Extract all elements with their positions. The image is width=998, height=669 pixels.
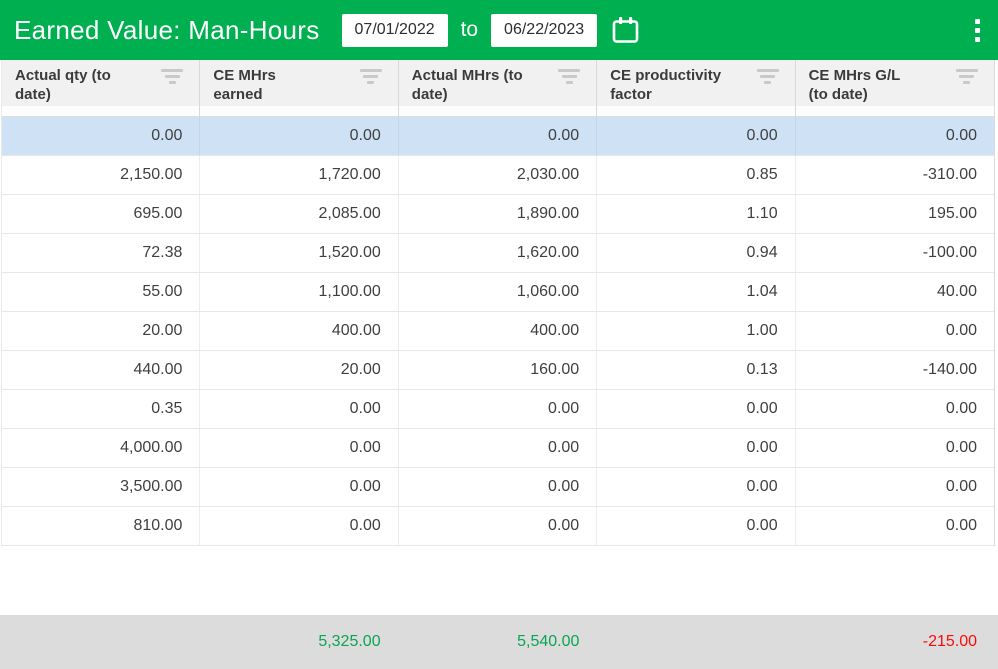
table-cell: 695.00 <box>2 195 200 233</box>
table-cell: 0.00 <box>2 117 200 155</box>
table-cell: 1.04 <box>597 273 795 311</box>
table-row-selected[interactable]: 0.000.000.000.000.00 <box>2 117 994 156</box>
table-row[interactable]: 3,500.000.000.000.000.00 <box>2 468 994 507</box>
table-cell: 3,500.00 <box>2 468 200 506</box>
table-cell: 195.00 <box>796 195 994 233</box>
table-cell: 55.00 <box>2 273 200 311</box>
page-title: Earned Value: Man-Hours <box>14 15 320 46</box>
table-row[interactable]: 20.00400.00400.001.000.00 <box>2 312 994 351</box>
column-header-label: Actual qty (to date) <box>15 67 127 105</box>
table-row[interactable]: 72.381,520.001,620.000.94-100.00 <box>2 234 994 273</box>
table-cell: 0.00 <box>597 390 795 428</box>
table-cell: 0.00 <box>399 468 597 506</box>
table-row[interactable]: 55.001,100.001,060.001.0440.00 <box>2 273 994 312</box>
table-cell: 160.00 <box>399 351 597 389</box>
table-cell: 0.00 <box>200 429 398 467</box>
column-header[interactable]: Actual MHrs (to date) <box>399 60 597 116</box>
table-cell: 1,100.00 <box>200 273 398 311</box>
table-cell: 1,620.00 <box>399 234 597 272</box>
empty-area <box>0 546 998 615</box>
table-cell: 0.00 <box>796 312 994 350</box>
table-cell: 0.00 <box>200 507 398 545</box>
totals-footer-row: 5,325.005,540.00 -215.00 <box>0 615 998 669</box>
table-cell: 0.00 <box>399 117 597 155</box>
table-cell: 0.00 <box>399 390 597 428</box>
table-cell: 0.00 <box>200 390 398 428</box>
table-row[interactable]: 0.350.000.000.000.00 <box>2 390 994 429</box>
table-cell: 0.35 <box>2 390 200 428</box>
column-header[interactable]: CE MHrs G/L (to date) <box>796 60 994 116</box>
table-cell: 0.00 <box>200 117 398 155</box>
column-header[interactable]: CE productivity factor <box>597 60 795 116</box>
table-cell: 1,720.00 <box>200 156 398 194</box>
table-cell: 0.00 <box>399 429 597 467</box>
table-cell: 0.00 <box>796 117 994 155</box>
table-cell: 400.00 <box>200 312 398 350</box>
table-cell: 0.00 <box>796 468 994 506</box>
table-cell: 20.00 <box>200 351 398 389</box>
table-header-row: Actual qty (to date) CE MHrs earned Actual… <box>2 60 994 117</box>
table-cell: 0.00 <box>399 507 597 545</box>
filter-icon[interactable] <box>955 69 979 87</box>
table-cell: 0.85 <box>597 156 795 194</box>
table-cell: 40.00 <box>796 273 994 311</box>
table-cell: 2,030.00 <box>399 156 597 194</box>
table-cell: 72.38 <box>2 234 200 272</box>
table-cell: -310.00 <box>796 156 994 194</box>
table-body: 0.000.000.000.000.002,150.001,720.002,03… <box>2 117 994 546</box>
kebab-menu-icon[interactable] <box>969 15 986 46</box>
table-cell: 0.00 <box>597 117 795 155</box>
table-cell: 4,000.00 <box>2 429 200 467</box>
column-header-label: CE MHrs G/L (to date) <box>809 67 921 105</box>
table-cell: 1,520.00 <box>200 234 398 272</box>
column-header[interactable]: Actual qty (to date) <box>2 60 200 116</box>
total-cell: 5,540.00 <box>398 615 597 669</box>
date-to-input[interactable] <box>491 14 597 47</box>
table-cell: 0.00 <box>200 468 398 506</box>
column-header-label: CE MHrs earned <box>213 67 325 105</box>
title-bar: Earned Value: Man-Hours to <box>0 0 998 60</box>
table-cell: 0.00 <box>597 468 795 506</box>
table-row[interactable]: 440.0020.00160.000.13-140.00 <box>2 351 994 390</box>
table-cell: 1.00 <box>597 312 795 350</box>
total-cell: 5,325.00 <box>199 615 398 669</box>
filter-icon[interactable] <box>359 69 383 87</box>
table-row[interactable]: 810.000.000.000.000.00 <box>2 507 994 546</box>
date-from-input[interactable] <box>342 14 448 47</box>
table-row[interactable]: 695.002,085.001,890.001.10195.00 <box>2 195 994 234</box>
table-cell: 1,060.00 <box>399 273 597 311</box>
table-cell: -100.00 <box>796 234 994 272</box>
table-cell: 0.00 <box>597 507 795 545</box>
column-header-label: Actual MHrs (to date) <box>412 67 524 105</box>
filter-icon[interactable] <box>557 69 581 87</box>
table-cell: 0.13 <box>597 351 795 389</box>
table-cell: 20.00 <box>2 312 200 350</box>
table-cell: 440.00 <box>2 351 200 389</box>
table-cell: 2,150.00 <box>2 156 200 194</box>
table-row[interactable]: 2,150.001,720.002,030.000.85-310.00 <box>2 156 994 195</box>
date-range-to-label: to <box>461 18 479 42</box>
table-cell: 1.10 <box>597 195 795 233</box>
table-cell: 0.00 <box>796 390 994 428</box>
table-row[interactable]: 4,000.000.000.000.000.00 <box>2 429 994 468</box>
table-cell: 0.94 <box>597 234 795 272</box>
total-cell <box>0 615 199 669</box>
calendar-icon[interactable] <box>610 15 641 46</box>
table-cell: 1,890.00 <box>399 195 597 233</box>
column-header-label: CE productivity factor <box>610 67 722 105</box>
total-cell: -215.00 <box>795 615 994 669</box>
column-header[interactable]: CE MHrs earned <box>200 60 398 116</box>
table-cell: 810.00 <box>2 507 200 545</box>
table-cell: 400.00 <box>399 312 597 350</box>
table-cell: 2,085.00 <box>200 195 398 233</box>
filter-icon[interactable] <box>756 69 780 87</box>
data-grid: Actual qty (to date) CE MHrs earned Actual… <box>1 60 995 546</box>
total-cell <box>596 615 795 669</box>
table-cell: 0.00 <box>597 429 795 467</box>
table-cell: 0.00 <box>796 429 994 467</box>
table-cell: -140.00 <box>796 351 994 389</box>
calendar-icon-glyph <box>610 15 641 46</box>
table-cell: 0.00 <box>796 507 994 545</box>
filter-icon[interactable] <box>160 69 184 87</box>
